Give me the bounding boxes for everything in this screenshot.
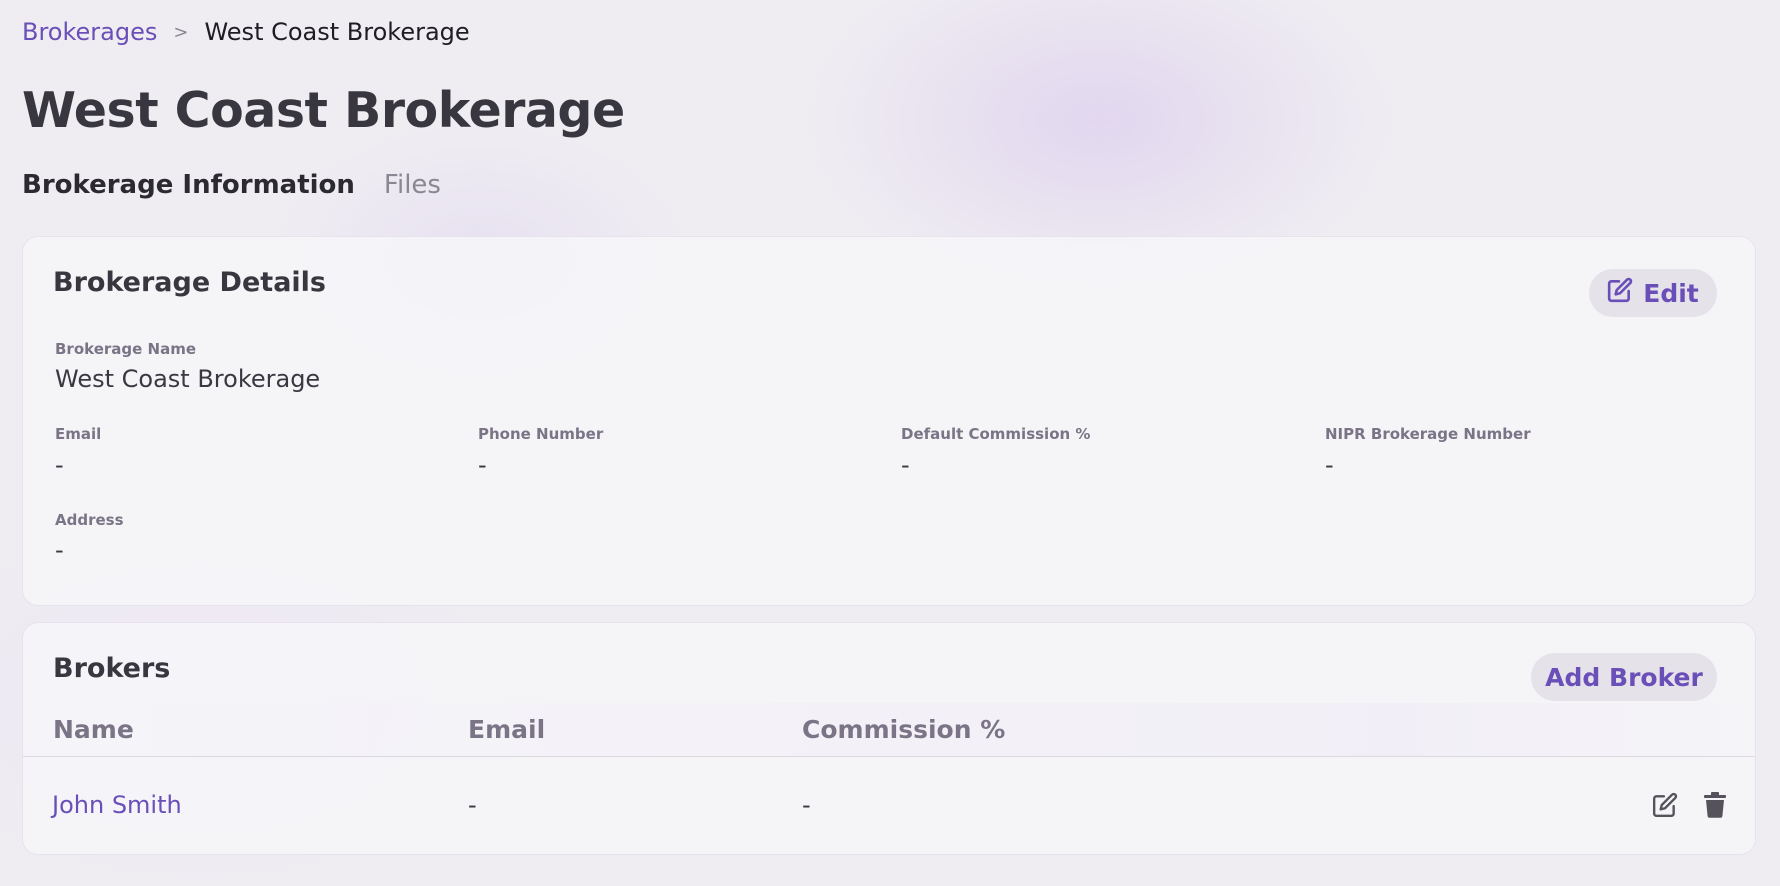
email-label: Email: [55, 425, 102, 443]
edit-icon: [1607, 277, 1633, 309]
brokerage-name-value: West Coast Brokerage: [55, 365, 321, 393]
brokers-table-header: Name Email Commission %: [23, 703, 1755, 757]
brokerage-name-label: Brokerage Name: [55, 340, 197, 358]
tab-files[interactable]: Files: [384, 170, 441, 200]
breadcrumb-current: West Coast Brokerage: [204, 18, 470, 46]
brokers-title: Brokers: [53, 653, 171, 684]
nipr-number-label: NIPR Brokerage Number: [1325, 425, 1531, 443]
add-broker-button[interactable]: Add Broker: [1531, 653, 1717, 701]
tab-brokerage-information[interactable]: Brokerage Information: [22, 170, 355, 200]
address-value: -: [55, 536, 64, 564]
broker-commission-value: -: [802, 791, 811, 819]
breadcrumb: Brokerages > West Coast Brokerage: [22, 18, 470, 46]
email-value: -: [55, 451, 64, 479]
tab-bar: Brokerage Information Files: [22, 170, 441, 200]
page-title: West Coast Brokerage: [22, 82, 625, 139]
column-header-email[interactable]: Email: [468, 715, 545, 744]
default-commission-value: -: [901, 451, 910, 479]
breadcrumb-brokerages-link[interactable]: Brokerages: [22, 18, 157, 46]
column-header-commission[interactable]: Commission %: [802, 715, 1005, 744]
broker-email-value: -: [468, 791, 477, 819]
brokerage-details-title: Brokerage Details: [53, 267, 326, 298]
edit-button-label: Edit: [1643, 278, 1699, 308]
delete-broker-icon[interactable]: [1700, 790, 1730, 820]
edit-brokerage-button[interactable]: Edit: [1589, 269, 1717, 317]
brokers-card: Brokers Add Broker Name Email Commission…: [22, 622, 1756, 855]
edit-broker-icon[interactable]: [1650, 790, 1680, 820]
breadcrumb-separator: >: [173, 21, 189, 43]
column-header-name[interactable]: Name: [53, 715, 134, 744]
broker-name-link[interactable]: John Smith: [52, 791, 182, 819]
brokerage-details-card: Brokerage Details Edit Brokerage Name We…: [22, 236, 1756, 606]
default-commission-label: Default Commission %: [901, 425, 1091, 443]
address-label: Address: [55, 511, 124, 529]
phone-label: Phone Number: [478, 425, 604, 443]
phone-value: -: [478, 451, 487, 479]
nipr-number-value: -: [1325, 451, 1334, 479]
